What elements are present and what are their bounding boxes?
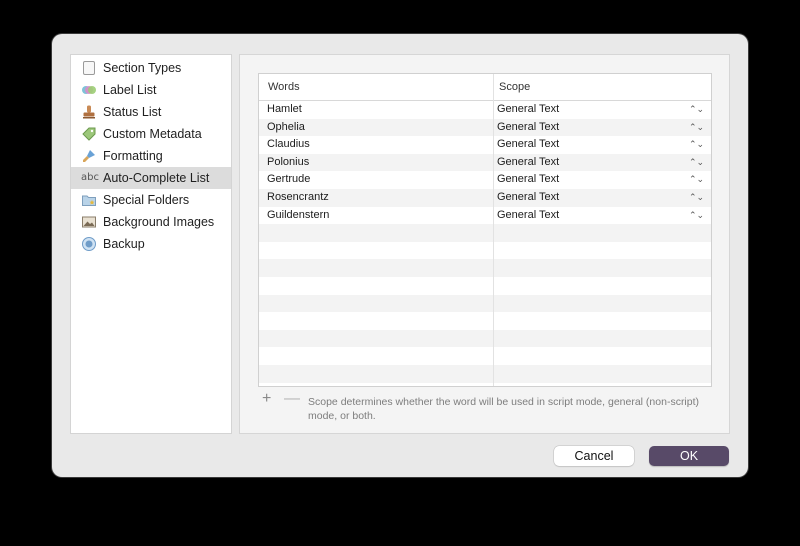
scope-hint-text: Scope determines whether the word will b… xyxy=(308,396,700,422)
label-dots-icon xyxy=(81,82,97,98)
abc-icon: abc xyxy=(81,172,99,183)
column-header-words[interactable]: Words xyxy=(268,74,300,100)
preferences-dialog: Section Types Label List Status List Cus… xyxy=(52,34,748,477)
empty-row xyxy=(259,365,711,383)
scope-cell[interactable]: General Text xyxy=(497,136,559,154)
sidebar-item-label: Backup xyxy=(103,237,145,251)
scope-popup-stepper-icon[interactable]: ⌃⌄ xyxy=(689,136,704,154)
scope-popup-stepper-icon[interactable]: ⌃⌄ xyxy=(689,189,704,207)
empty-row xyxy=(259,242,711,260)
sidebar-item-label: Background Images xyxy=(103,215,215,229)
column-divider xyxy=(493,74,494,386)
scope-cell[interactable]: General Text xyxy=(497,207,559,225)
word-cell[interactable]: Hamlet xyxy=(267,101,302,119)
sidebar-item-label: Section Types xyxy=(103,61,182,75)
sidebar-item-custom-metadata[interactable]: Custom Metadata xyxy=(71,123,231,145)
scope-cell[interactable]: General Text xyxy=(497,154,559,172)
table-row[interactable]: Polonius General Text ⌃⌄ xyxy=(259,153,711,172)
empty-row xyxy=(259,329,711,348)
auto-complete-panel: Words Scope Hamlet General Text ⌃⌄ Ophel… xyxy=(239,54,730,434)
scope-popup-stepper-icon[interactable]: ⌃⌄ xyxy=(689,101,704,119)
scope-popup-stepper-icon[interactable]: ⌃⌄ xyxy=(689,207,704,225)
scope-cell[interactable]: General Text xyxy=(497,171,559,189)
table-row[interactable]: Guildenstern General Text ⌃⌄ xyxy=(259,207,711,225)
word-cell[interactable]: Claudius xyxy=(267,136,310,154)
empty-row xyxy=(259,259,711,277)
cancel-button[interactable]: Cancel xyxy=(554,446,634,466)
sidebar-item-auto-complete-list[interactable]: abc Auto-Complete List xyxy=(71,167,231,189)
table-controls: + — Scope determines whether the word wi… xyxy=(262,391,722,427)
brush-icon xyxy=(81,148,97,164)
scope-cell[interactable]: General Text xyxy=(497,119,559,137)
word-cell[interactable]: Ophelia xyxy=(267,119,305,137)
stamp-icon xyxy=(81,104,97,120)
sidebar-item-label: Custom Metadata xyxy=(103,127,202,141)
sidebar-item-section-types[interactable]: Section Types xyxy=(71,57,231,79)
image-icon xyxy=(81,214,97,230)
sidebar-item-label: Status List xyxy=(103,105,162,119)
empty-row xyxy=(259,347,711,365)
empty-row xyxy=(259,277,711,295)
remove-word-button[interactable]: — xyxy=(284,391,300,407)
sidebar-item-label: Formatting xyxy=(103,149,163,163)
add-word-button[interactable]: + xyxy=(262,391,271,407)
table-row[interactable]: Claudius General Text ⌃⌄ xyxy=(259,136,711,154)
column-header-scope[interactable]: Scope xyxy=(499,74,530,100)
sidebar-item-special-folders[interactable]: Special Folders xyxy=(71,189,231,211)
word-cell[interactable]: Guildenstern xyxy=(267,207,329,225)
scope-popup-stepper-icon[interactable]: ⌃⌄ xyxy=(689,119,704,137)
sidebar-item-label: Auto-Complete List xyxy=(103,171,210,185)
scope-popup-stepper-icon[interactable]: ⌃⌄ xyxy=(689,154,704,172)
page-icon xyxy=(81,60,97,76)
ok-button[interactable]: OK xyxy=(649,446,729,466)
backup-icon xyxy=(81,236,97,252)
table-row[interactable]: Rosencrantz General Text ⌃⌄ xyxy=(259,189,711,207)
sidebar-item-background-images[interactable]: Background Images xyxy=(71,211,231,233)
empty-row xyxy=(259,312,711,330)
table-row[interactable]: Ophelia General Text ⌃⌄ xyxy=(259,118,711,137)
sidebar-item-status-list[interactable]: Status List xyxy=(71,101,231,123)
scope-popup-stepper-icon[interactable]: ⌃⌄ xyxy=(689,171,704,189)
scope-cell[interactable]: General Text xyxy=(497,189,559,207)
word-cell[interactable]: Rosencrantz xyxy=(267,189,329,207)
sidebar-item-label: Label List xyxy=(103,83,157,97)
sidebar-item-label: Special Folders xyxy=(103,193,190,207)
table-row[interactable]: Gertrude General Text ⌃⌄ xyxy=(259,171,711,189)
sidebar-item-backup[interactable]: Backup xyxy=(71,233,231,255)
sidebar-item-label-list[interactable]: Label List xyxy=(71,79,231,101)
folder-star-icon xyxy=(81,192,97,208)
table-header: Words Scope xyxy=(259,74,711,101)
empty-row xyxy=(259,224,711,242)
scope-cell[interactable]: General Text xyxy=(497,101,559,119)
empty-row xyxy=(259,294,711,313)
words-table[interactable]: Words Scope Hamlet General Text ⌃⌄ Ophel… xyxy=(258,73,712,387)
tag-icon xyxy=(81,126,97,142)
table-row[interactable]: Hamlet General Text ⌃⌄ xyxy=(259,101,711,119)
word-cell[interactable]: Polonius xyxy=(267,154,309,172)
sidebar: Section Types Label List Status List Cus… xyxy=(70,54,232,434)
word-cell[interactable]: Gertrude xyxy=(267,171,310,189)
sidebar-item-formatting[interactable]: Formatting xyxy=(71,145,231,167)
